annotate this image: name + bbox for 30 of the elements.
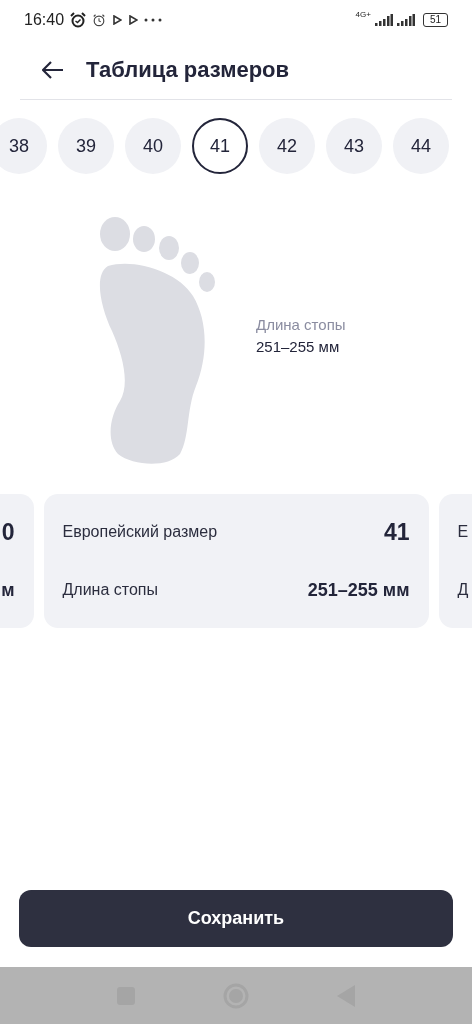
signal-icon bbox=[374, 14, 393, 26]
play-icon bbox=[112, 15, 123, 25]
page-title: Таблица размеров bbox=[86, 56, 290, 84]
save-button[interactable]: Сохранить bbox=[19, 890, 453, 947]
more-icon bbox=[144, 18, 163, 22]
status-time: 16:40 bbox=[24, 10, 65, 30]
row-label: Европейский размер bbox=[62, 522, 218, 542]
row-value: 41 bbox=[383, 517, 410, 547]
size-chip[interactable]: 42 bbox=[259, 118, 315, 174]
size-chip[interactable]: 44 bbox=[393, 118, 449, 174]
size-chip[interactable]: 38 bbox=[0, 118, 47, 174]
signal-icon bbox=[396, 14, 415, 26]
back-arrow-icon[interactable] bbox=[42, 60, 64, 79]
alarm-clock-icon bbox=[70, 12, 87, 28]
foot-length-label: Длина стопы bbox=[256, 314, 346, 335]
size-chip[interactable]: 41 bbox=[192, 118, 248, 174]
play-icon bbox=[128, 15, 139, 25]
foot-length-value: 251–255 мм bbox=[256, 337, 341, 357]
alarm-clock-icon bbox=[92, 13, 107, 27]
size-chip[interactable]: 40 bbox=[125, 118, 181, 174]
size-chip[interactable]: 39 bbox=[58, 118, 114, 174]
size-chip[interactable]: 43 bbox=[326, 118, 382, 174]
battery-indicator: 51 bbox=[422, 13, 448, 27]
row-value: 0 bbox=[1, 517, 15, 547]
row-label: Д bbox=[457, 580, 469, 600]
row-label: Е bbox=[457, 522, 469, 542]
row-value: м bbox=[1, 578, 15, 602]
row-label: Длина стопы bbox=[62, 580, 158, 600]
network-type: 4G+ bbox=[355, 11, 371, 19]
row-value: 251–255 мм bbox=[307, 578, 410, 602]
